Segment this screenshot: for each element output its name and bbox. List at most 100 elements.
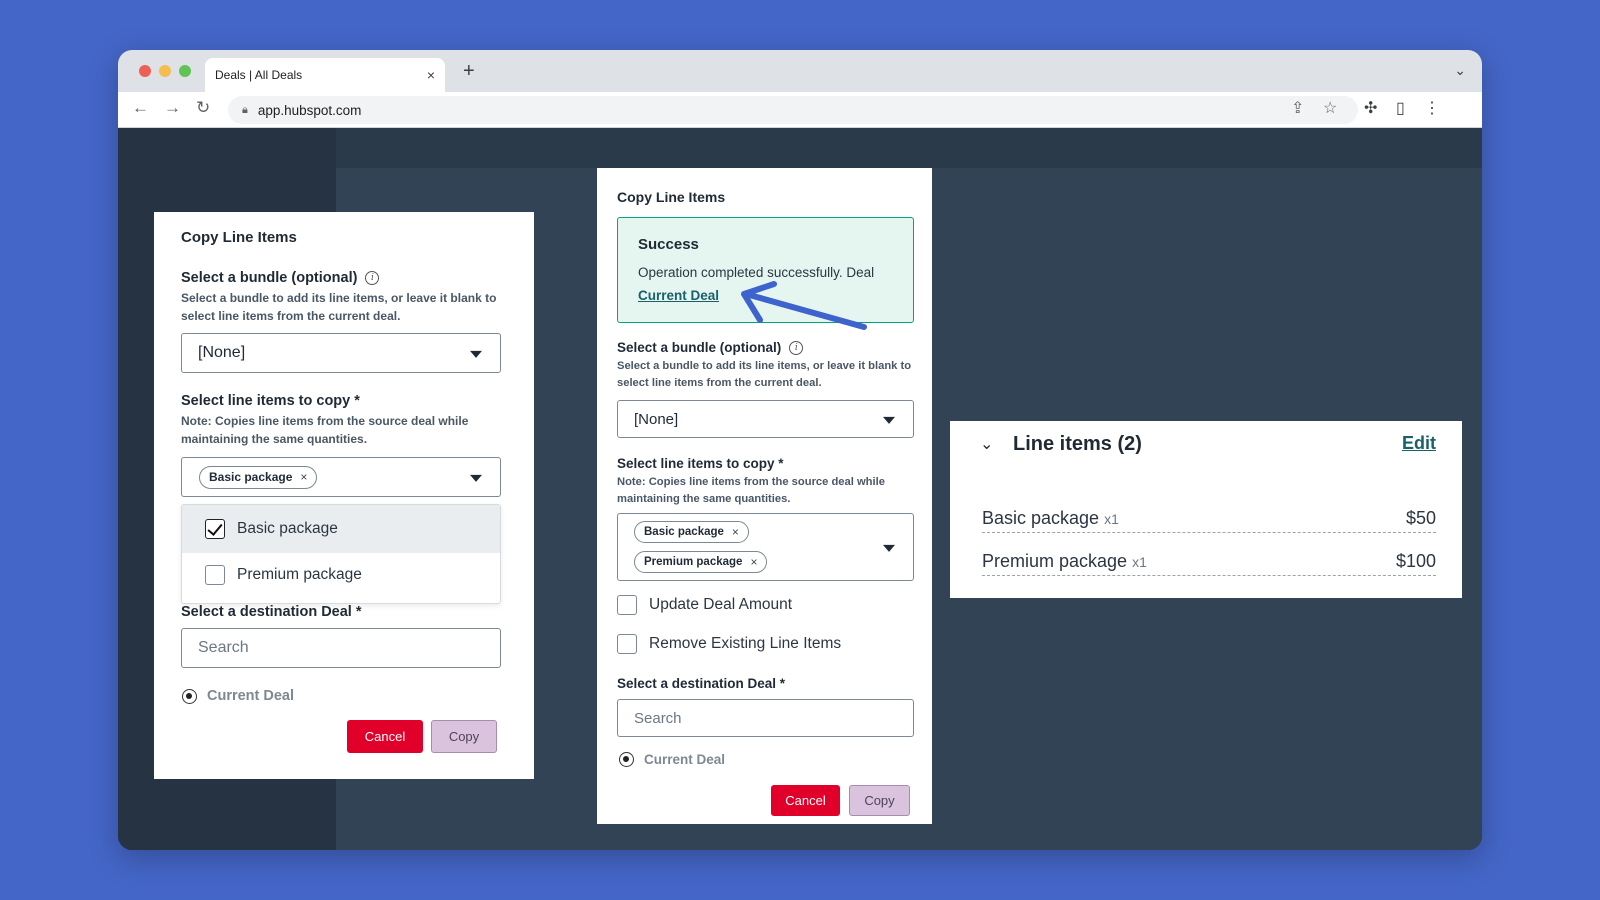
line-item-row: Premium package x1 $100 [982, 548, 1436, 576]
radio-label: Current Deal [207, 688, 295, 704]
collapse-chevron-icon[interactable]: ⌄ [980, 434, 993, 454]
selected-chip[interactable]: Basic package × [199, 465, 318, 489]
destination-search-input[interactable]: Search [181, 628, 501, 668]
bundle-label-text: Select a bundle (optional) [181, 270, 358, 286]
caret-down-icon [470, 474, 482, 482]
bundle-label: Select a bundle (optional) i [617, 340, 917, 355]
bundle-label: Select a bundle (optional) i [181, 270, 511, 286]
checkbox-unchecked[interactable] [617, 595, 637, 615]
line-item-price: $50 [1405, 508, 1436, 528]
reload-icon[interactable]: ↻ [196, 98, 210, 118]
items-label: Select line items to copy * [617, 456, 784, 471]
checkbox-unchecked[interactable] [205, 565, 225, 585]
current-deal-link[interactable]: Current Deal [638, 288, 719, 303]
cancel-button[interactable]: Cancel [771, 785, 840, 816]
caret-down-icon [470, 350, 482, 358]
new-tab-icon[interactable]: + [463, 60, 475, 83]
info-icon[interactable]: i [789, 340, 804, 355]
items-help: Note: Copies line items from the source … [181, 414, 469, 446]
tab-title: Deals | All Deals [215, 68, 303, 82]
share-icon[interactable]: ⇪ [1291, 98, 1304, 118]
items-label: Select line items to copy * [181, 393, 360, 409]
option-basic-package[interactable]: Basic package [182, 505, 500, 553]
edit-link[interactable]: Edit [1402, 433, 1436, 454]
line-item-qty: x1 [1104, 511, 1119, 527]
copy-line-items-dialog-open: Copy Line Items Select a bundle (optiona… [154, 212, 534, 779]
line-items-title: Line items (2) [1013, 433, 1142, 455]
bundle-select-value: [None] [198, 344, 246, 361]
option-label: Basic package [237, 520, 338, 537]
browser-toolbar: ← → ↻ 🔒︎ app.hubspot.com ⇪ ☆ ✣ ▯ ⋮ [118, 92, 1482, 128]
extensions-icon[interactable]: ✣ [1364, 98, 1377, 118]
minimize-window-icon[interactable] [159, 65, 171, 77]
copy-button[interactable]: Copy [431, 720, 497, 753]
checkbox-label: Update Deal Amount [649, 596, 793, 613]
option-premium-package[interactable]: Premium package [182, 553, 500, 597]
items-help: Note: Copies line items from the source … [617, 476, 885, 505]
line-items-multiselect[interactable]: Basic package × Premium package × [617, 513, 914, 581]
current-deal-radio[interactable]: Current Deal [619, 752, 725, 767]
bookmark-star-icon[interactable]: ☆ [1323, 98, 1337, 118]
destination-label: Select a destination Deal * [617, 676, 786, 691]
line-item-name: Basic package x1 [982, 508, 1119, 529]
items-section: Select line items to copy * Note: Copies… [181, 393, 511, 448]
dialog-title: Copy Line Items [181, 229, 297, 246]
current-deal-radio[interactable]: Current Deal [182, 688, 294, 704]
copy-line-items-dialog-success: Copy Line Items Success Operation comple… [597, 168, 932, 824]
chip-label: Basic package [209, 470, 293, 484]
url-text: app.hubspot.com [257, 102, 362, 118]
dialog-title: Copy Line Items [617, 189, 726, 205]
selected-chip[interactable]: Basic package × [634, 521, 749, 543]
success-title: Success [638, 236, 699, 253]
search-placeholder: Search [634, 709, 682, 727]
remove-existing-checkbox[interactable]: Remove Existing Line Items [617, 634, 841, 654]
radio-label: Current Deal [644, 752, 726, 767]
tab-search-chevron-icon[interactable]: ⌄ [1454, 62, 1466, 79]
line-items-dropdown: Basic package Premium package [181, 504, 501, 604]
remove-chip-icon[interactable]: × [300, 470, 307, 484]
option-label: Premium package [237, 566, 362, 583]
browser-tab[interactable]: Deals | All Deals × [205, 58, 445, 92]
close-window-icon[interactable] [139, 65, 151, 77]
items-section: Select line items to copy * Note: Copies… [617, 456, 917, 508]
chip-label: Premium package [644, 556, 743, 568]
maximize-window-icon[interactable] [179, 65, 191, 77]
cancel-button[interactable]: Cancel [347, 720, 423, 753]
radio-selected-icon[interactable] [619, 752, 634, 767]
back-icon[interactable]: ← [132, 98, 149, 118]
side-panel-icon[interactable]: ▯ [1396, 98, 1405, 118]
bundle-section: Select a bundle (optional) i Select a bu… [617, 340, 917, 392]
search-placeholder: Search [198, 639, 249, 656]
annotation-arrow-icon [741, 281, 867, 330]
destination-search-input[interactable]: Search [617, 699, 914, 737]
copy-button[interactable]: Copy [849, 785, 910, 816]
bundle-select[interactable]: [None] [617, 400, 914, 438]
remove-chip-icon[interactable]: × [732, 525, 739, 539]
bundle-help: Select a bundle to add its line items, o… [617, 360, 912, 389]
line-item-price: $100 [1395, 551, 1436, 571]
tab-close-icon[interactable]: × [427, 67, 435, 83]
info-icon[interactable]: i [365, 271, 380, 285]
line-item-row: Basic package x1 $50 [982, 505, 1436, 533]
bundle-label-text: Select a bundle (optional) [617, 340, 782, 355]
line-items-multiselect[interactable]: Basic package × [181, 457, 501, 497]
bundle-select-value: [None] [634, 410, 679, 428]
destination-label: Select a destination Deal * [181, 604, 362, 620]
caret-down-icon [883, 416, 895, 424]
menu-kebab-icon[interactable]: ⋮ [1424, 98, 1440, 118]
lock-icon: 🔒︎ [242, 103, 248, 116]
checkbox-checked[interactable] [205, 519, 225, 539]
caret-down-icon [883, 544, 895, 552]
bundle-section: Select a bundle (optional) i Select a bu… [181, 270, 511, 325]
bundle-select[interactable]: [None] [181, 333, 501, 373]
checkbox-unchecked[interactable] [617, 634, 637, 654]
title-bar: Deals | All Deals × + ⌄ [118, 50, 1482, 92]
radio-selected-icon[interactable] [182, 688, 197, 704]
bundle-help: Select a bundle to add its line items, o… [181, 291, 497, 323]
chip-label: Basic package [644, 526, 724, 538]
remove-chip-icon[interactable]: × [750, 555, 757, 569]
update-deal-amount-checkbox[interactable]: Update Deal Amount [617, 595, 792, 615]
forward-icon[interactable]: → [164, 98, 181, 118]
selected-chip[interactable]: Premium package × [634, 551, 768, 573]
address-bar[interactable]: 🔒︎ app.hubspot.com [228, 96, 1358, 124]
